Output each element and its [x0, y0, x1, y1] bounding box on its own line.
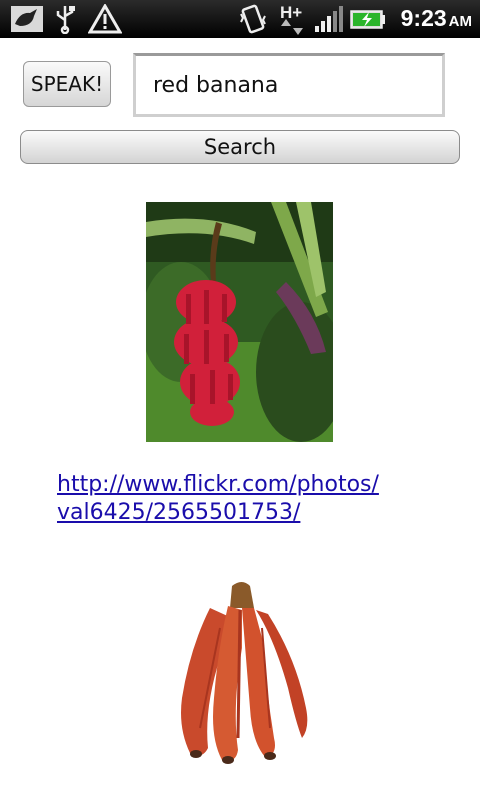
search-input[interactable]: red banana	[133, 53, 445, 117]
signal-icon	[315, 6, 343, 32]
link-line-2: val6425/2565501753/	[57, 500, 301, 525]
search-button[interactable]: Search	[20, 130, 460, 164]
bird-notification-icon	[11, 6, 43, 32]
result-link-flickr[interactable]: http://www.flickr.com/photos/val6425/256…	[57, 471, 417, 527]
search-input-value: red banana	[153, 72, 279, 98]
clock-ampm: AM	[448, 13, 472, 30]
result-image-red-banana-tree[interactable]	[146, 202, 333, 442]
speak-button[interactable]: SPEAK!	[23, 61, 111, 107]
usb-icon	[56, 6, 75, 34]
battery-charging-icon	[350, 10, 385, 29]
vibrate-icon	[240, 4, 266, 34]
hplus-data-icon: H+	[280, 3, 306, 35]
link-line-1: http://www.flickr.com/photos/	[57, 472, 379, 497]
status-bar: H+ 9:23 AM	[0, 0, 480, 38]
red-banana-bunch-on-tree-photo	[146, 202, 333, 442]
warning-icon	[88, 4, 122, 34]
clock: 9:23 AM	[401, 5, 472, 32]
clock-time: 9:23	[400, 5, 447, 31]
result-image-red-bananas[interactable]	[170, 578, 310, 764]
red-bananas-bunch-photo	[181, 582, 308, 764]
